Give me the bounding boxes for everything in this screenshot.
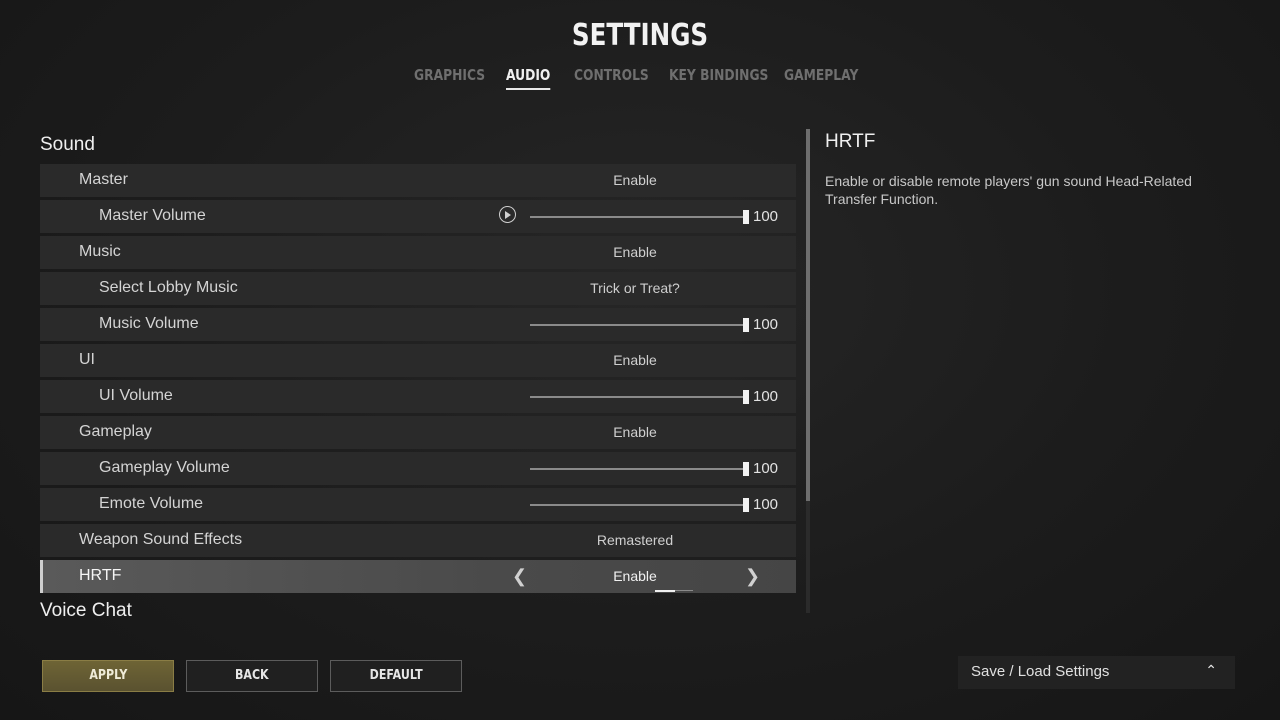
tab-gameplay[interactable]: GAMEPLAY (784, 66, 858, 84)
tab-audio[interactable]: AUDIO (506, 66, 551, 90)
setting-label: HRTF (79, 567, 122, 584)
slider-fill (530, 396, 746, 398)
settings-list: Master Enable Master Volume 100 Music En… (40, 164, 796, 596)
setting-row-gameplay-volume[interactable]: Gameplay Volume 100 (40, 452, 796, 485)
active-tab-indicator (506, 88, 551, 90)
save-load-settings-dropdown[interactable]: Save / Load Settings ⌃ (958, 656, 1235, 689)
description-title: HRTF (825, 131, 876, 152)
setting-row-ui[interactable]: UI Enable (40, 344, 796, 377)
setting-row-emote-volume[interactable]: Emote Volume 100 (40, 488, 796, 521)
tab-key-bindings[interactable]: KEY BINDINGS (669, 66, 768, 84)
setting-label: Weapon Sound Effects (79, 531, 243, 548)
section-title-sound: Sound (40, 134, 95, 155)
save-load-label: Save / Load Settings (971, 663, 1110, 680)
setting-row-gameplay[interactable]: Gameplay Enable (40, 416, 796, 449)
setting-label: Music Volume (99, 315, 199, 332)
value-indicator (675, 590, 693, 591)
setting-value[interactable]: Enable (510, 244, 760, 260)
slider-value: 100 (753, 460, 779, 477)
tab-controls[interactable]: CONTROLS (574, 66, 649, 84)
setting-value[interactable]: Remastered (510, 532, 760, 548)
setting-value[interactable]: Enable (510, 568, 760, 592)
scrollbar-track[interactable] (806, 501, 810, 613)
slider-value: 100 (753, 316, 779, 333)
setting-row-master[interactable]: Master Enable (40, 164, 796, 197)
value-indicator (655, 590, 675, 592)
volume-slider[interactable] (530, 390, 749, 404)
slider-value: 100 (753, 208, 779, 225)
default-button[interactable]: DEFAULT (330, 660, 462, 692)
section-title-voice-chat: Voice Chat (40, 600, 132, 616)
chevron-right-icon[interactable]: ❯ (745, 566, 760, 587)
setting-label: UI Volume (99, 387, 173, 404)
setting-row-hrtf[interactable]: HRTF ❮ Enable ❯ (40, 560, 796, 593)
setting-row-weapon-sound-effects[interactable]: Weapon Sound Effects Remastered (40, 524, 796, 557)
slider-fill (530, 468, 746, 470)
slider-handle[interactable] (743, 462, 749, 476)
setting-value[interactable]: Enable (510, 424, 760, 440)
setting-value[interactable]: Trick or Treat? (510, 280, 760, 296)
volume-slider[interactable] (530, 498, 749, 512)
slider-fill (530, 216, 746, 218)
apply-button[interactable]: APPLY (42, 660, 174, 692)
apply-button-label: APPLY (88, 668, 128, 683)
tab-bar: GRAPHICS AUDIO CONTROLS KEY BINDINGS GAM… (0, 66, 1280, 90)
setting-label: Master (79, 171, 128, 188)
setting-value[interactable]: Enable (510, 172, 760, 188)
play-icon[interactable] (499, 206, 516, 223)
slider-value: 100 (753, 496, 779, 513)
page-title: SETTINGS (571, 18, 709, 53)
setting-label: Emote Volume (99, 495, 204, 512)
setting-label: Gameplay Volume (99, 459, 230, 476)
setting-label: Gameplay (79, 423, 152, 440)
setting-label: Music (79, 243, 121, 260)
setting-label: Select Lobby Music (99, 279, 238, 296)
volume-slider[interactable] (530, 318, 749, 332)
setting-label: Master Volume (99, 207, 206, 224)
setting-value-text: Enable (613, 568, 657, 584)
slider-fill (530, 324, 746, 326)
setting-value[interactable]: Enable (510, 352, 760, 368)
setting-row-music[interactable]: Music Enable (40, 236, 796, 269)
chevron-up-icon[interactable]: ⌃ (1205, 662, 1217, 679)
back-button-label: BACK (235, 668, 269, 683)
setting-row-music-volume[interactable]: Music Volume 100 (40, 308, 796, 341)
slider-handle[interactable] (743, 498, 749, 512)
setting-row-lobby-music[interactable]: Select Lobby Music Trick or Treat? (40, 272, 796, 305)
slider-handle[interactable] (743, 318, 749, 332)
tab-audio-label: AUDIO (506, 66, 551, 84)
setting-row-ui-volume[interactable]: UI Volume 100 (40, 380, 796, 413)
slider-handle[interactable] (743, 210, 749, 224)
scrollbar-thumb[interactable] (806, 129, 810, 501)
default-button-label: DEFAULT (369, 668, 423, 683)
setting-label: UI (79, 351, 95, 368)
back-button[interactable]: BACK (186, 660, 318, 692)
slider-handle[interactable] (743, 390, 749, 404)
slider-value: 100 (753, 388, 779, 405)
tab-graphics[interactable]: GRAPHICS (414, 66, 485, 84)
setting-row-master-volume[interactable]: Master Volume 100 (40, 200, 796, 233)
volume-slider[interactable] (530, 462, 749, 476)
volume-slider[interactable] (530, 210, 749, 224)
description-text: Enable or disable remote players' gun so… (825, 173, 1192, 207)
slider-fill (530, 504, 746, 506)
